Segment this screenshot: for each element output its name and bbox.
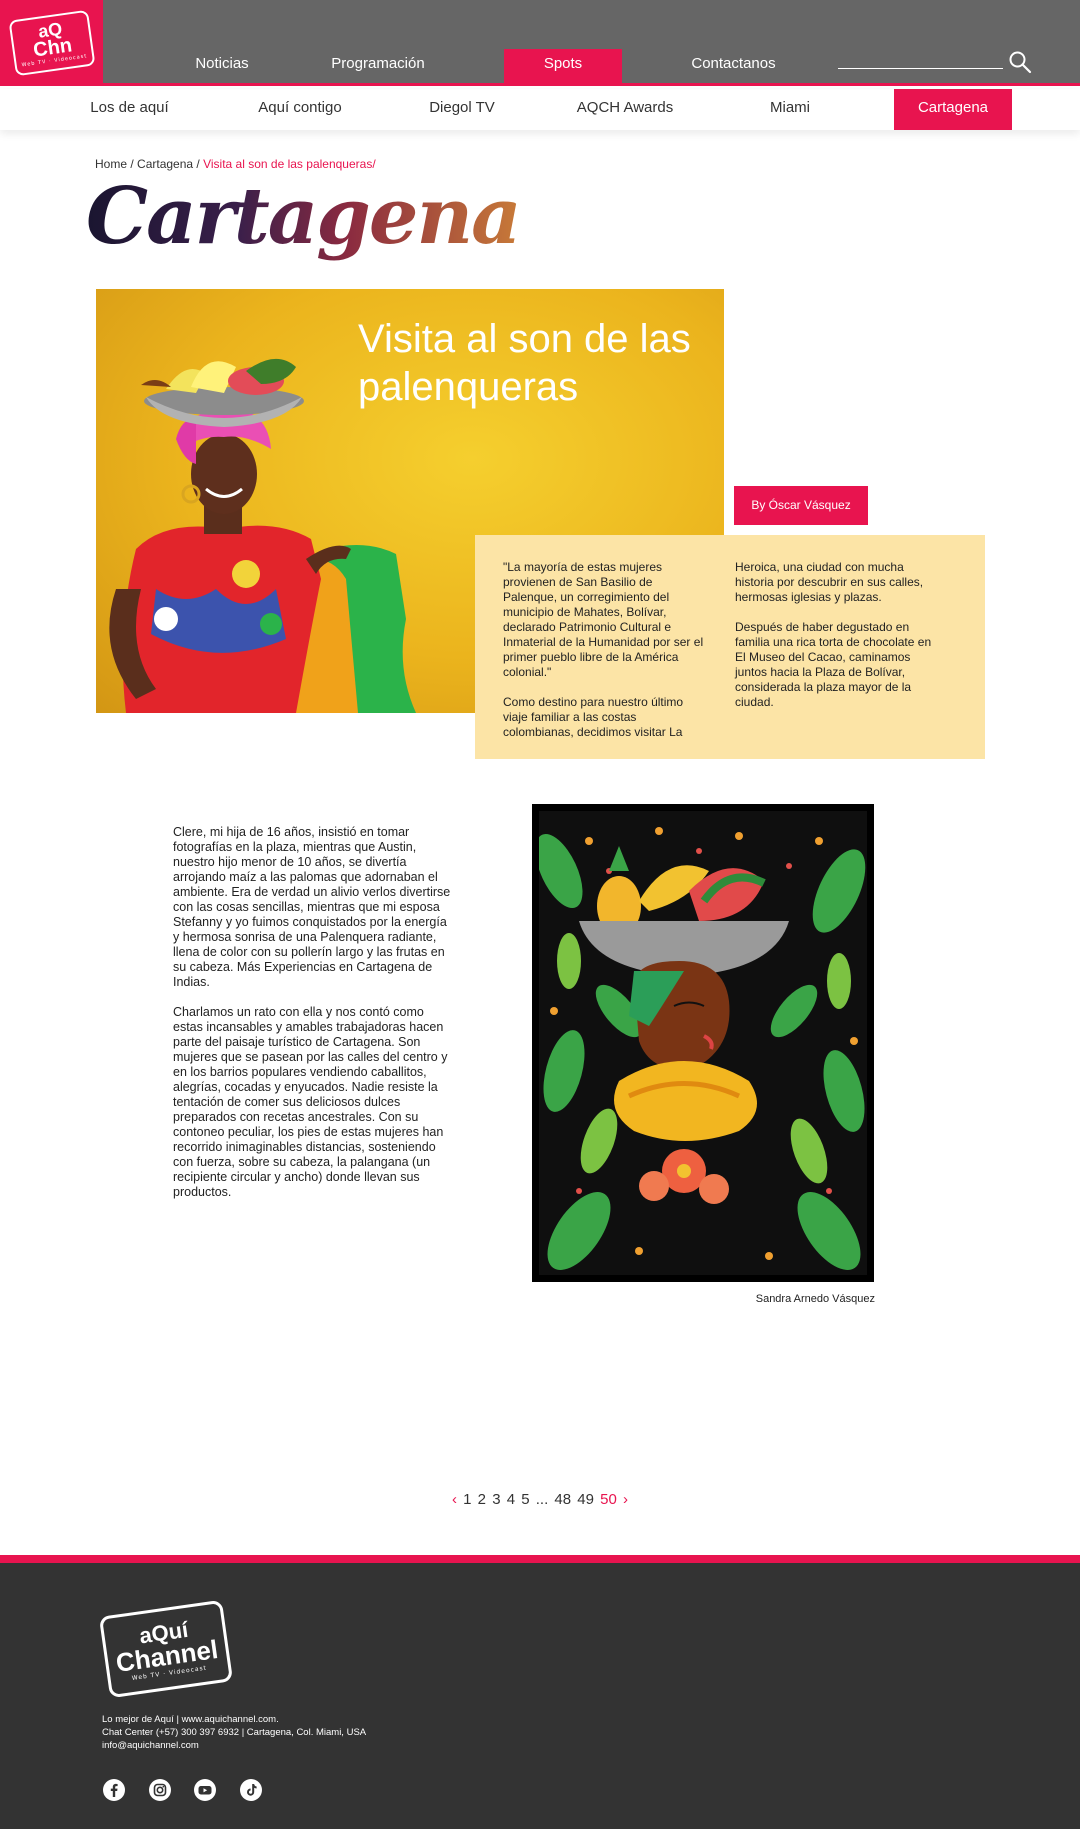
- page-link[interactable]: 3: [492, 1491, 500, 1508]
- breadcrumb-home[interactable]: Home: [95, 157, 127, 171]
- subnav-item-los-de-aqui[interactable]: Los de aquí: [72, 89, 187, 130]
- top-navbar: aQ Chn Web TV · Videocast Noticias Progr…: [0, 0, 1080, 86]
- breadcrumb-separator: /: [193, 157, 204, 171]
- nav-item-noticias[interactable]: Noticias: [172, 50, 272, 86]
- breadcrumb-current: Visita al son de las palenqueras/: [203, 157, 376, 171]
- breadcrumb-separator: /: [127, 157, 138, 171]
- site-logo[interactable]: aQ Chn Web TV · Videocast: [0, 0, 103, 86]
- subnav-item-cartagena[interactable]: Cartagena: [894, 89, 1012, 130]
- next-page-button[interactable]: ›: [623, 1491, 628, 1508]
- page-link[interactable]: 48: [554, 1491, 571, 1508]
- footer-logo[interactable]: aQuí Channel Web TV · Videocast: [98, 1599, 234, 1699]
- footer-chat-center: Chat Center (+57) 300 397 6932 | Cartage…: [102, 1727, 367, 1738]
- footer-email[interactable]: info@aquichannel.com: [102, 1739, 366, 1752]
- subnav-item-aqch-awards[interactable]: AQCH Awards: [564, 89, 686, 130]
- logo-mark: aQ Chn Web TV · Videocast: [7, 9, 96, 77]
- page-link[interactable]: 2: [478, 1491, 486, 1508]
- page-link[interactable]: 49: [577, 1491, 594, 1508]
- page-link[interactable]: 5: [521, 1491, 529, 1508]
- pagination-ellipsis: ...: [535, 1491, 549, 1508]
- search-icon[interactable]: [1008, 50, 1032, 74]
- youtube-icon[interactable]: [193, 1778, 217, 1802]
- intro-paragraph: Después de haber degustado en familia un…: [735, 620, 932, 709]
- intro-column-1: "La mayoría de estas mujeres provienen d…: [503, 560, 708, 755]
- article-paragraph: Clere, mi hija de 16 años, insistió en t…: [173, 825, 451, 989]
- instagram-icon[interactable]: [148, 1778, 172, 1802]
- article-body: Clere, mi hija de 16 años, insistió en t…: [173, 825, 453, 1215]
- page-link[interactable]: 1: [463, 1491, 471, 1508]
- nav-item-spots[interactable]: Spots: [504, 49, 622, 86]
- intro-quote: "La mayoría de estas mujeres provienen d…: [503, 560, 704, 679]
- prev-page-button[interactable]: ‹: [452, 1491, 457, 1508]
- breadcrumb: Home / Cartagena / Visita al son de las …: [95, 157, 376, 171]
- intro-quote-box: "La mayoría de estas mujeres provienen d…: [475, 535, 985, 759]
- nav-item-programacion[interactable]: Programación: [315, 50, 441, 86]
- author-byline[interactable]: By Óscar Vásquez: [734, 486, 868, 525]
- article-title: Visita al son de las palenqueras: [358, 317, 691, 409]
- site-footer: aQuí Channel Web TV · Videocast Lo mejor…: [0, 1555, 1080, 1829]
- page-link[interactable]: 4: [507, 1491, 515, 1508]
- palenquera-illustration: [532, 804, 874, 1282]
- article-paragraph: Charlamos un rato con ella y nos contó c…: [173, 1005, 448, 1199]
- search-input[interactable]: [838, 68, 1003, 69]
- page-link-current[interactable]: 50: [600, 1491, 617, 1508]
- footer-contact-info: Lo mejor de Aquí | www.aquichannel.com. …: [102, 1713, 366, 1752]
- subnav-item-miami[interactable]: Miami: [746, 89, 834, 130]
- nav-item-contactanos[interactable]: Contactanos: [676, 50, 791, 86]
- breadcrumb-section[interactable]: Cartagena: [137, 157, 193, 171]
- subnav-item-aqui-contigo[interactable]: Aquí contigo: [240, 89, 360, 130]
- page-title: Cartagena: [86, 171, 522, 262]
- intro-paragraph: Como destino para nuestro último viaje f…: [503, 695, 684, 739]
- illustration-caption: Sandra Arnedo Vásquez: [755, 1293, 875, 1305]
- section-subnav: Los de aquí Aquí contigo Diegol TV AQCH …: [0, 89, 1080, 130]
- footer-tagline: Lo mejor de Aquí | www.aquichannel.com.: [102, 1714, 279, 1725]
- facebook-icon[interactable]: [102, 1778, 126, 1802]
- illustration-art: [539, 811, 867, 1275]
- pagination: ‹ 1 2 3 4 5 ... 48 49 50 ›: [0, 1491, 1080, 1508]
- intro-paragraph: Heroica, una ciudad con mucha historia p…: [735, 560, 924, 604]
- tiktok-icon[interactable]: [239, 1778, 263, 1802]
- intro-column-2: Heroica, una ciudad con mucha historia p…: [735, 560, 945, 725]
- subnav-item-diegol-tv[interactable]: Diegol TV: [412, 89, 512, 130]
